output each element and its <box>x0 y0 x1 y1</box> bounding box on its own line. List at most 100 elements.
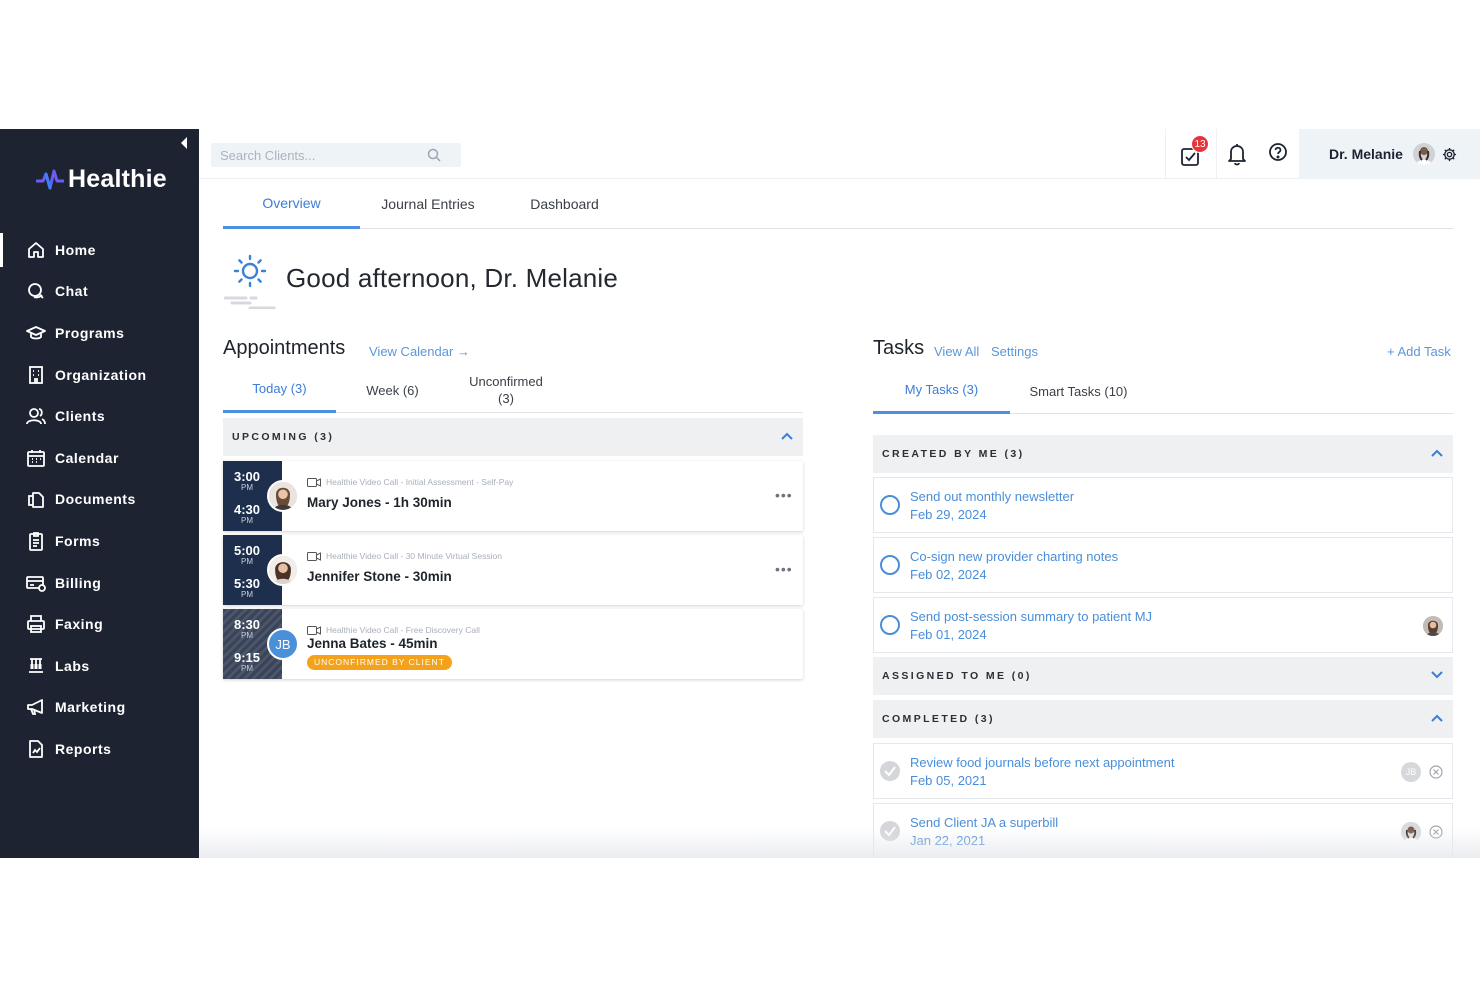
appointment-type: Healthie Video Call - 30 Minute Virtual … <box>307 551 502 561</box>
task-checkbox[interactable] <box>880 555 900 575</box>
task-tabs: My Tasks (3) Smart Tasks (10) <box>873 368 1453 414</box>
assigned-to-me-group-header[interactable]: ASSIGNED TO ME (0) <box>873 657 1453 695</box>
task-title: Review food journals before next appoint… <box>910 755 1175 770</box>
remove-icon[interactable] <box>1429 825 1443 839</box>
search-box <box>211 143 461 167</box>
sidebar-item-label: Home <box>55 241 96 258</box>
page-title: Good afternoon, Dr. Melanie <box>286 263 619 293</box>
end-time: 4:30 <box>233 502 261 517</box>
task-item[interactable]: Send post-session summary to patient MJ … <box>873 597 1453 653</box>
search-input[interactable] <box>211 143 421 167</box>
notifications-button[interactable] <box>1225 141 1249 167</box>
appointment-client-name: Jennifer Stone - 30min <box>307 569 452 584</box>
tab-journal-entries[interactable]: Journal Entries <box>360 179 496 229</box>
task-date: Feb 29, 2024 <box>910 507 987 522</box>
brand-logo[interactable]: Healthie <box>36 165 167 194</box>
sidebar-item-home[interactable]: Home <box>0 229 199 271</box>
sidebar-item-label: Documents <box>55 491 136 508</box>
task-item[interactable]: Review food journals before next appoint… <box>873 743 1453 799</box>
printer-icon <box>26 614 46 634</box>
tab-dashboard[interactable]: Dashboard <box>496 179 633 229</box>
tab-today[interactable]: Today (3) <box>223 367 336 413</box>
sidebar-item-reports[interactable]: Reports <box>0 728 199 770</box>
task-checkbox[interactable] <box>880 615 900 635</box>
appointment-tabs: Today (3) Week (6) Unconfirmed (3) <box>223 367 803 413</box>
unconfirmed-status-badge: UNCONFIRMED BY CLIENT <box>307 655 452 670</box>
sidebar-item-label: Clients <box>55 408 106 425</box>
sidebar-item-programs[interactable]: Programs <box>0 312 199 354</box>
search-icon[interactable] <box>427 148 441 162</box>
header-divider <box>1216 129 1217 179</box>
collapse-sidebar-icon[interactable] <box>178 136 190 150</box>
tasks-button[interactable]: 13 <box>1178 135 1209 167</box>
completed-group-header[interactable]: COMPLETED (3) <box>873 700 1453 738</box>
remove-icon[interactable] <box>1429 765 1443 779</box>
sidebar-item-documents[interactable]: Documents <box>0 479 199 521</box>
tab-unconfirmed[interactable]: Unconfirmed (3) <box>449 367 563 413</box>
appointment-card[interactable]: 5:00 PM 5:30 PM Healthie Video Call - 30… <box>223 535 803 605</box>
appointment-client-name: Jenna Bates - 45min <box>307 636 438 651</box>
task-checkbox[interactable] <box>880 495 900 515</box>
user-avatar[interactable] <box>1412 143 1435 165</box>
appointment-type-label: Healthie Video Call - 30 Minute Virtual … <box>326 551 502 561</box>
add-task-button[interactable]: + Add Task <box>1387 344 1451 359</box>
sidebar-item-forms[interactable]: Forms <box>0 520 199 562</box>
sidebar-item-clients[interactable]: Clients <box>0 395 199 437</box>
brand-name: Healthie <box>68 165 167 193</box>
tab-week[interactable]: Week (6) <box>336 367 449 413</box>
sidebar-item-faxing[interactable]: Faxing <box>0 603 199 645</box>
more-options-icon[interactable]: ••• <box>775 487 792 503</box>
sun-icon <box>224 254 276 309</box>
graduation-cap-icon <box>26 323 46 343</box>
tab-smart-tasks[interactable]: Smart Tasks (10) <box>1010 368 1147 414</box>
task-date: Feb 05, 2021 <box>910 773 987 788</box>
end-ampm: PM <box>241 516 253 525</box>
chevron-down-icon <box>1431 671 1443 679</box>
completed-checkmark-icon[interactable] <box>880 821 900 841</box>
task-date: Jan 22, 2021 <box>910 833 986 848</box>
task-item[interactable]: Send Client JA a superbill Jan 22, 2021 <box>873 803 1453 858</box>
client-avatar: JB <box>267 628 299 660</box>
assignee-avatar <box>1423 616 1443 636</box>
sidebar-item-label: Billing <box>55 574 102 591</box>
sidebar-item-organization[interactable]: Organization <box>0 354 199 396</box>
sidebar-item-labs[interactable]: Labs <box>0 645 199 687</box>
assignee-avatar: JB <box>1401 762 1421 782</box>
group-label: COMPLETED (3) <box>882 713 995 725</box>
view-all-link[interactable]: View All <box>934 344 979 359</box>
chevron-up-icon <box>1431 449 1443 457</box>
sidebar-item-calendar[interactable]: Calendar <box>0 437 199 479</box>
created-by-me-group-header[interactable]: CREATED BY ME (3) <box>873 435 1453 473</box>
upcoming-group-header[interactable]: UPCOMING (3) <box>223 418 803 456</box>
sidebar-item-label: Chat <box>55 283 89 300</box>
tasks-badge: 13 <box>1191 135 1209 153</box>
more-options-icon[interactable]: ••• <box>775 561 792 577</box>
end-ampm: PM <box>241 664 253 673</box>
appointment-card[interactable]: 3:00 PM 4:30 PM Healthie Video Call - In… <box>223 461 803 531</box>
tab-my-tasks[interactable]: My Tasks (3) <box>873 368 1010 414</box>
tab-overview[interactable]: Overview <box>223 179 360 229</box>
client-avatar <box>267 554 299 586</box>
megaphone-icon <box>26 697 46 717</box>
task-item[interactable]: Send out monthly newsletter Feb 29, 2024 <box>873 477 1453 533</box>
sidebar-item-billing[interactable]: Billing <box>0 562 199 604</box>
task-item[interactable]: Co-sign new provider charting notes Feb … <box>873 537 1453 593</box>
task-date: Feb 02, 2024 <box>910 567 987 582</box>
view-calendar-link[interactable]: View Calendar → <box>369 344 470 359</box>
task-date: Feb 01, 2024 <box>910 627 987 642</box>
appointment-card[interactable]: 8:30 PM 9:15 PM JB Healthie Video Call -… <box>223 609 803 679</box>
sidebar-item-marketing[interactable]: Marketing <box>0 687 199 729</box>
help-icon <box>1269 143 1287 161</box>
sidebar-item-label: Marketing <box>55 699 126 716</box>
sidebar-item-label: Faxing <box>55 616 104 633</box>
sidebar-item-label: Programs <box>55 324 125 341</box>
home-icon <box>26 240 46 260</box>
user-menu[interactable]: Dr. Melanie <box>1299 129 1480 179</box>
gear-icon[interactable] <box>1442 147 1457 162</box>
help-button[interactable] <box>1266 141 1290 167</box>
sidebar-item-chat[interactable]: Chat <box>0 271 199 313</box>
start-ampm: PM <box>241 631 253 640</box>
settings-link[interactable]: Settings <box>991 344 1038 359</box>
start-ampm: PM <box>241 557 253 566</box>
completed-checkmark-icon[interactable] <box>880 761 900 781</box>
